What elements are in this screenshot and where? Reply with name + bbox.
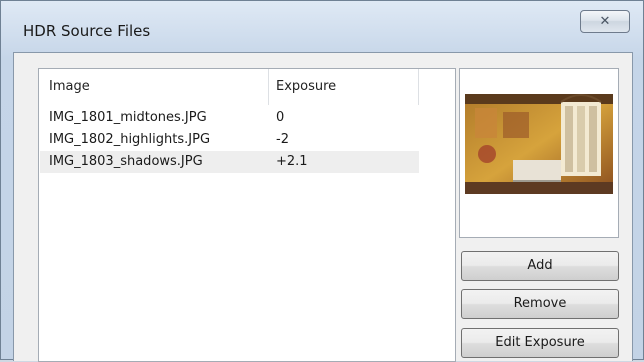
row-image-name: IMG_1802_highlights.JPG bbox=[49, 132, 211, 147]
column-header-exposure[interactable]: Exposure bbox=[269, 69, 419, 105]
add-button[interactable]: Add bbox=[461, 251, 619, 281]
list-row-selected[interactable]: IMG_1803_shadows.JPG +2.1 bbox=[40, 151, 419, 173]
list-row[interactable]: IMG_1802_highlights.JPG -2 bbox=[40, 129, 419, 151]
row-exposure-value: 0 bbox=[276, 110, 285, 125]
row-image-name: IMG_1803_shadows.JPG bbox=[49, 154, 203, 169]
remove-button[interactable]: Remove bbox=[461, 289, 619, 319]
close-button[interactable]: ✕ bbox=[580, 10, 630, 33]
source-files-list[interactable]: Image Exposure IMG_1801_midtones.JPG 0 I… bbox=[38, 68, 456, 362]
image-preview-panel bbox=[459, 68, 619, 238]
close-icon: ✕ bbox=[599, 14, 611, 29]
hdr-source-files-dialog: HDR Source Files ✕ Image Exposure IMG_18… bbox=[0, 0, 644, 362]
dialog-client-area: Image Exposure IMG_1801_midtones.JPG 0 I… bbox=[13, 52, 633, 362]
list-row[interactable]: IMG_1801_midtones.JPG 0 bbox=[40, 107, 419, 129]
row-exposure-value: -2 bbox=[276, 132, 289, 147]
photo-thumbnail-icon bbox=[465, 94, 613, 194]
column-header-image[interactable]: Image bbox=[39, 69, 269, 105]
edit-exposure-button[interactable]: Edit Exposure bbox=[461, 328, 619, 358]
row-image-name: IMG_1801_midtones.JPG bbox=[49, 110, 207, 125]
row-exposure-value: +2.1 bbox=[276, 154, 308, 169]
list-header: Image Exposure bbox=[39, 69, 455, 105]
dialog-title: HDR Source Files bbox=[23, 22, 151, 40]
